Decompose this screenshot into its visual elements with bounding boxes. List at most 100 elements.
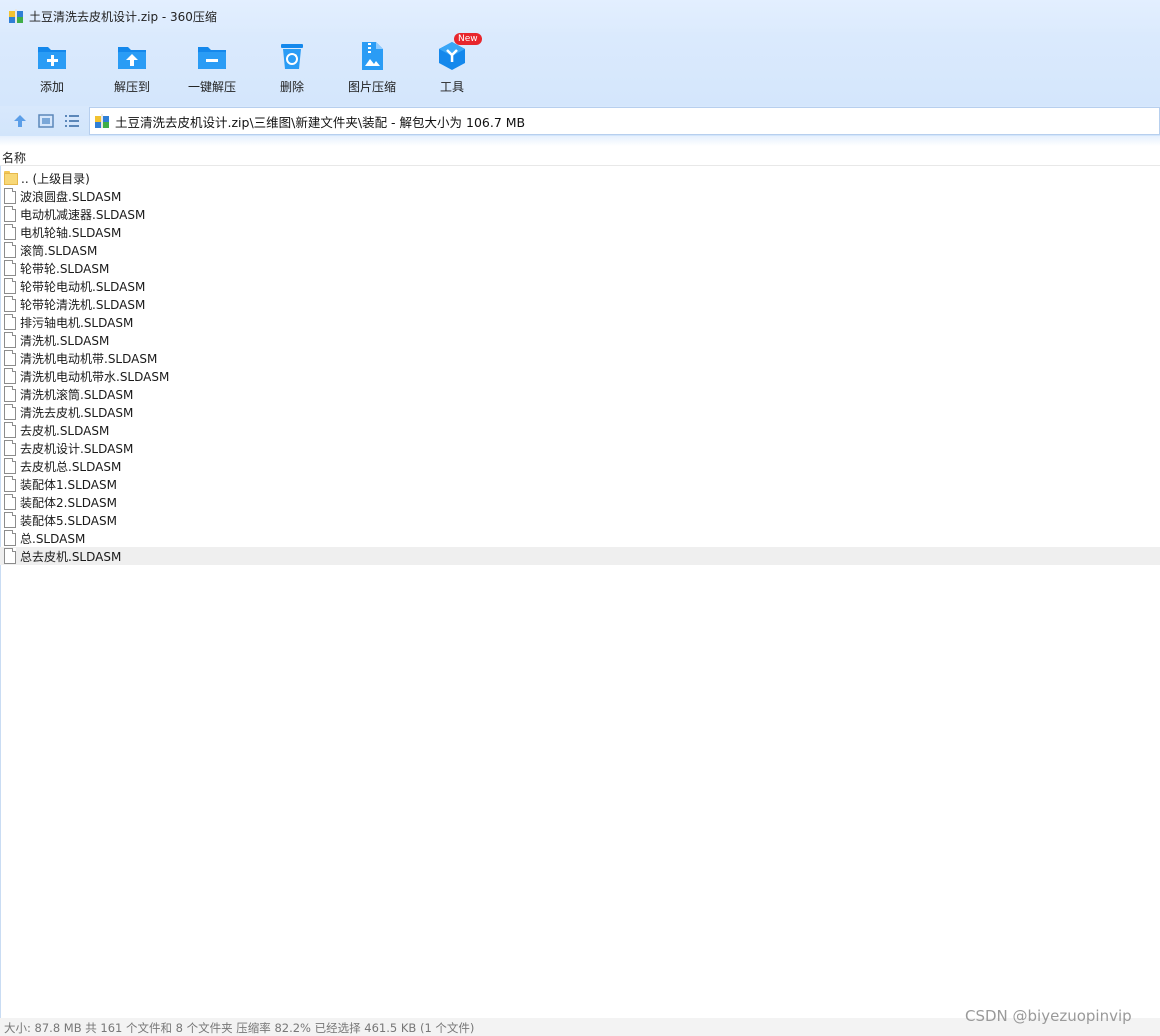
file-row[interactable]: 装配体2.SLDASM bbox=[0, 493, 1160, 511]
one-click-extract-button[interactable]: 一键解压 bbox=[172, 38, 252, 100]
file-icon bbox=[4, 404, 17, 420]
file-icon bbox=[4, 440, 17, 456]
window-title: 土豆清洗去皮机设计.zip - 360压缩 bbox=[29, 9, 217, 24]
address-row: 土豆清洗去皮机设计.zip\三维图\新建文件夹\装配 - 解包大小为 106.7… bbox=[0, 106, 1160, 136]
folder-icon bbox=[4, 171, 18, 185]
file-icon bbox=[4, 350, 17, 366]
file-row[interactable]: 轮带轮清洗机.SLDASM bbox=[0, 295, 1160, 313]
file-row[interactable]: 总去皮机.SLDASM bbox=[0, 547, 1160, 565]
file-name: 轮带轮电动机.SLDASM bbox=[20, 279, 146, 294]
file-name: 总.SLDASM bbox=[20, 531, 86, 546]
file-icon bbox=[4, 386, 17, 402]
file-row[interactable]: 排污轴电机.SLDASM bbox=[0, 313, 1160, 331]
file-name: 清洗机.SLDASM bbox=[20, 333, 110, 348]
file-icon bbox=[4, 368, 17, 384]
archive-app-icon bbox=[8, 8, 24, 24]
extract-to-label: 解压到 bbox=[113, 80, 150, 94]
file-icon bbox=[4, 422, 17, 438]
thumbnail-view-button[interactable] bbox=[37, 112, 55, 130]
file-name: 总去皮机.SLDASM bbox=[20, 549, 122, 564]
title-bar: 土豆清洗去皮机设计.zip - 360压缩 bbox=[0, 0, 1160, 32]
file-name: 去皮机总.SLDASM bbox=[20, 459, 122, 474]
main-toolbar: 添加 解压到 一键解压 删除 图片压缩 工具 New bbox=[0, 32, 1160, 106]
file-row[interactable]: 清洗机电动机带水.SLDASM bbox=[0, 367, 1160, 385]
file-name: 轮带轮清洗机.SLDASM bbox=[20, 297, 146, 312]
file-name: 清洗机滚筒.SLDASM bbox=[20, 387, 134, 402]
file-name: 去皮机.SLDASM bbox=[20, 423, 110, 438]
file-icon bbox=[4, 224, 17, 240]
file-row[interactable]: 轮带轮电动机.SLDASM bbox=[0, 277, 1160, 295]
one-click-extract-icon bbox=[196, 40, 228, 72]
zip-archive-icon bbox=[94, 113, 110, 129]
file-name: 电机轮轴.SLDASM bbox=[20, 225, 122, 240]
file-icon bbox=[4, 332, 17, 348]
file-row[interactable]: 清洗机电动机带.SLDASM bbox=[0, 349, 1160, 367]
file-row[interactable]: 轮带轮.SLDASM bbox=[0, 259, 1160, 277]
column-name-header[interactable]: 名称 bbox=[2, 149, 26, 166]
extract-to-button[interactable]: 解压到 bbox=[92, 38, 172, 100]
parent-directory-label: .. (上级目录) bbox=[21, 171, 90, 186]
add-folder-icon bbox=[36, 40, 68, 72]
file-name: 清洗去皮机.SLDASM bbox=[20, 405, 134, 420]
list-view-icon bbox=[65, 115, 79, 127]
file-list: .. (上级目录) 波浪圆盘.SLDASM 电动机减速器.SLDASM 电机轮轴.S… bbox=[0, 169, 1160, 565]
file-icon bbox=[4, 530, 17, 546]
file-name: 波浪圆盘.SLDASM bbox=[20, 189, 122, 204]
file-name: 滚筒.SLDASM bbox=[20, 243, 98, 258]
file-icon bbox=[4, 548, 17, 564]
file-name: 清洗机电动机带.SLDASM bbox=[20, 351, 158, 366]
toolbar-fade bbox=[0, 136, 1160, 146]
file-name: 装配体2.SLDASM bbox=[20, 495, 117, 510]
tools-label: 工具 bbox=[439, 80, 464, 94]
file-icon bbox=[4, 260, 17, 276]
file-icon bbox=[4, 476, 17, 492]
file-row[interactable]: 装配体1.SLDASM bbox=[0, 475, 1160, 493]
file-row[interactable]: 波浪圆盘.SLDASM bbox=[0, 187, 1160, 205]
file-name: 清洗机电动机带水.SLDASM bbox=[20, 369, 170, 384]
new-badge: New bbox=[454, 33, 482, 45]
file-row[interactable]: 电动机减速器.SLDASM bbox=[0, 205, 1160, 223]
file-name: 去皮机设计.SLDASM bbox=[20, 441, 134, 456]
file-icon bbox=[4, 188, 17, 204]
add-label: 添加 bbox=[39, 80, 64, 94]
file-row[interactable]: 去皮机设计.SLDASM bbox=[0, 439, 1160, 457]
address-path: 土豆清洗去皮机设计.zip\三维图\新建文件夹\装配 - 解包大小为 106.7… bbox=[115, 114, 526, 130]
file-name: 装配体5.SLDASM bbox=[20, 513, 117, 528]
delete-label: 删除 bbox=[279, 80, 304, 94]
file-icon bbox=[4, 296, 17, 312]
add-button[interactable]: 添加 bbox=[12, 38, 92, 100]
tools-button[interactable]: 工具 bbox=[412, 38, 492, 100]
file-row[interactable]: 清洗机.SLDASM bbox=[0, 331, 1160, 349]
file-row[interactable]: 总.SLDASM bbox=[0, 529, 1160, 547]
status-text: 大小: 87.8 MB 共 161 个文件和 8 个文件夹 压缩率 82.2% … bbox=[4, 1021, 475, 1035]
file-icon bbox=[4, 314, 17, 330]
parent-directory-row[interactable]: .. (上级目录) bbox=[0, 169, 1160, 187]
file-row[interactable]: 电机轮轴.SLDASM bbox=[0, 223, 1160, 241]
one-click-extract-label: 一键解压 bbox=[187, 80, 236, 94]
file-row[interactable]: 去皮机总.SLDASM bbox=[0, 457, 1160, 475]
list-view-button[interactable] bbox=[63, 112, 81, 130]
file-row[interactable]: 去皮机.SLDASM bbox=[0, 421, 1160, 439]
file-icon bbox=[4, 242, 17, 258]
delete-button[interactable]: 删除 bbox=[252, 38, 332, 100]
file-name: 排污轴电机.SLDASM bbox=[20, 315, 134, 330]
recycle-bin-icon bbox=[276, 40, 308, 72]
up-level-button[interactable] bbox=[11, 112, 29, 130]
address-bar[interactable]: 土豆清洗去皮机设计.zip\三维图\新建文件夹\装配 - 解包大小为 106.7… bbox=[89, 107, 1160, 135]
file-row[interactable]: 清洗去皮机.SLDASM bbox=[0, 403, 1160, 421]
file-icon bbox=[4, 458, 17, 474]
file-icon bbox=[4, 494, 17, 510]
file-row[interactable]: 滚筒.SLDASM bbox=[0, 241, 1160, 259]
file-name: 轮带轮.SLDASM bbox=[20, 261, 110, 276]
file-name: 装配体1.SLDASM bbox=[20, 477, 117, 492]
file-icon bbox=[4, 278, 17, 294]
extract-folder-icon bbox=[116, 40, 148, 72]
file-row[interactable]: 装配体5.SLDASM bbox=[0, 511, 1160, 529]
file-name: 电动机减速器.SLDASM bbox=[20, 207, 146, 222]
image-compress-label: 图片压缩 bbox=[347, 80, 396, 94]
file-row[interactable]: 清洗机滚筒.SLDASM bbox=[0, 385, 1160, 403]
thumbnail-view-icon bbox=[38, 114, 54, 128]
column-header: 名称 bbox=[0, 146, 1160, 166]
image-compress-button[interactable]: 图片压缩 bbox=[332, 38, 412, 100]
file-icon bbox=[4, 206, 17, 222]
